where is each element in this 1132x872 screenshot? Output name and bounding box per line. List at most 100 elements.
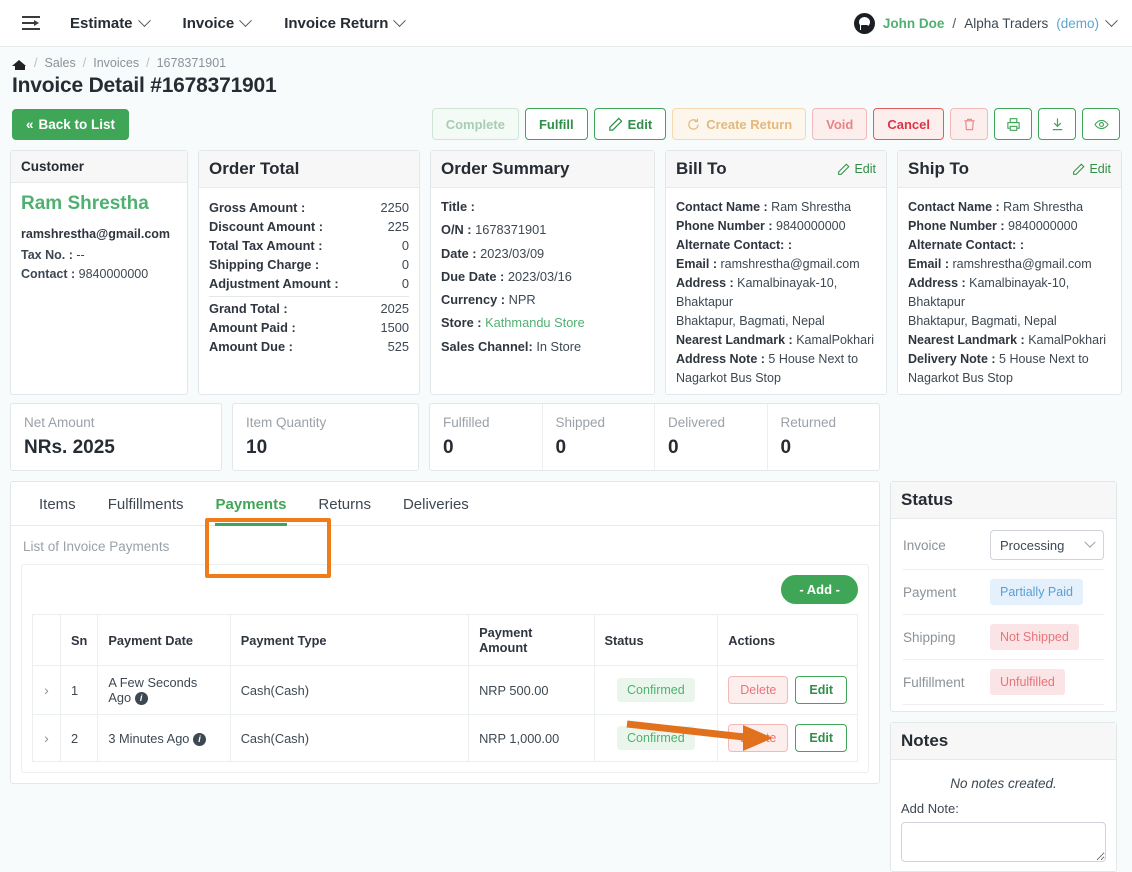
- bill-email-label: Email :: [676, 257, 717, 271]
- page-title: Invoice Detail #1678371901: [12, 74, 277, 97]
- menu-toggle-button[interactable]: [14, 16, 48, 30]
- tab-deliveries-label: Deliveries: [402, 496, 469, 513]
- back-to-list-label: Back to List: [38, 116, 116, 132]
- home-icon[interactable]: [12, 56, 27, 70]
- user-name: John Doe: [882, 16, 945, 31]
- nav-estimate-label: Estimate: [70, 14, 133, 32]
- row-payment-amount: NRP 500.00: [468, 664, 595, 716]
- breadcrumb-item-sales[interactable]: Sales: [44, 56, 75, 70]
- ship-to-card: Ship To Edit Contact Name : Ram Shrestha…: [897, 150, 1122, 395]
- customer-name[interactable]: Ram Shrestha: [21, 193, 177, 215]
- summary-date-row: Date : 2023/03/09: [441, 245, 644, 262]
- info-icon[interactable]: i: [134, 692, 148, 706]
- chevron-down-icon: [1084, 536, 1096, 548]
- ship-contact-name-label: Contact Name :: [908, 200, 1000, 214]
- invoice-status-select[interactable]: Processing: [990, 530, 1104, 560]
- bill-landmark-value: KamalPokhari: [796, 333, 875, 347]
- summary-channel-value: In Store: [536, 338, 582, 354]
- delete-invoice-button[interactable]: [950, 108, 988, 140]
- back-to-list-button[interactable]: « Back to List: [12, 108, 130, 140]
- notes-card-header: Notes: [891, 723, 1116, 760]
- row-status-cell: Confirmed: [593, 664, 719, 716]
- notes-card-title: Notes: [901, 731, 949, 750]
- nav-item-estimate[interactable]: Estimate: [70, 13, 151, 32]
- info-icon[interactable]: i: [193, 732, 206, 746]
- preview-button[interactable]: [1082, 108, 1120, 140]
- edit-payment-button[interactable]: Edit: [795, 676, 847, 705]
- customer-card-title: Customer: [21, 159, 85, 174]
- row-expand-cell[interactable]: ›: [32, 714, 61, 763]
- print-button[interactable]: [994, 108, 1032, 140]
- tab-payments[interactable]: Payments: [200, 482, 303, 526]
- summary-store-label: Store :: [441, 315, 482, 331]
- chevron-right-icon[interactable]: ›: [44, 682, 49, 698]
- summary-channel-label: Sales Channel:: [441, 338, 533, 354]
- cancel-button[interactable]: Cancel: [873, 108, 944, 140]
- tab-fulfillments[interactable]: Fulfillments: [92, 482, 200, 525]
- shipping-charge-value: 0: [401, 257, 409, 272]
- add-payment-button[interactable]: - Add -: [781, 575, 858, 604]
- bill-address-label: Address :: [676, 276, 734, 290]
- complete-button[interactable]: Complete: [431, 108, 519, 140]
- print-icon: [1006, 117, 1020, 131]
- edit-button[interactable]: Edit: [593, 108, 667, 140]
- order-summary-card-body: Title : O/N : 1678371901 Date : 2023/03/…: [431, 188, 654, 394]
- add-note-textarea[interactable]: [901, 822, 1106, 862]
- order-summary-card-title: Order Summary: [441, 159, 570, 178]
- tab-returns-label: Returns: [318, 496, 371, 513]
- order-summary-card-header: Order Summary: [431, 151, 654, 188]
- status-shipping-row: Shipping Not Shipped: [903, 615, 1104, 660]
- breadcrumb-item-invoices[interactable]: Invoices: [93, 56, 139, 70]
- summary-currency-row: Currency : NPR: [441, 291, 644, 308]
- void-button[interactable]: Void: [812, 108, 868, 140]
- delete-payment-label: Delete: [740, 731, 777, 746]
- create-return-button[interactable]: Create Return: [672, 108, 807, 140]
- bill-to-card-body: Contact Name : Ram Shrestha Phone Number…: [666, 188, 886, 394]
- summary-date-label: Date :: [441, 245, 477, 261]
- download-button[interactable]: [1038, 108, 1076, 140]
- tab-deliveries[interactable]: Deliveries: [387, 482, 485, 525]
- order-total-row: Discount Amount : 225: [209, 217, 409, 236]
- ship-to-edit-button[interactable]: Edit: [1072, 162, 1111, 176]
- status-card-title: Status: [901, 490, 953, 509]
- row-payment-type: Cash(Cash): [229, 664, 470, 716]
- fulfill-button[interactable]: Fulfill: [524, 108, 588, 140]
- tab-items-label: Items: [39, 496, 76, 513]
- nav-item-invoice-return[interactable]: Invoice Return: [284, 13, 407, 32]
- invoice-status-value: Processing: [1000, 537, 1065, 553]
- tab-returns[interactable]: Returns: [302, 482, 387, 525]
- col-payment-date: Payment Date: [97, 614, 231, 666]
- edit-payment-button[interactable]: Edit: [795, 724, 847, 753]
- refresh-icon: [688, 118, 699, 130]
- cancel-label: Cancel: [887, 116, 930, 132]
- col-payment-type: Payment Type: [229, 614, 470, 666]
- delete-payment-button[interactable]: Delete: [728, 676, 789, 705]
- net-amount-label: Net Amount: [24, 415, 95, 430]
- payments-table: Sn Payment Date Payment Type Payment Amo…: [32, 614, 858, 763]
- order-total-row: Adjustment Amount : 0: [209, 274, 409, 293]
- pencil-icon: [608, 117, 623, 131]
- order-total-row: Gross Amount : 2250: [209, 198, 409, 217]
- payment-status-badge: Partially Paid: [990, 579, 1083, 605]
- ship-to-card-body: Contact Name : Ram Shrestha Phone Number…: [898, 188, 1121, 394]
- order-total-row: Shipping Charge : 0: [209, 255, 409, 274]
- row-payment-date: 3 Minutes Ago: [108, 730, 190, 746]
- ship-to-details: Contact Name : Ram Shrestha Phone Number…: [908, 198, 1111, 388]
- tab-items[interactable]: Items: [23, 482, 92, 525]
- nav-item-invoice[interactable]: Invoice: [183, 13, 253, 32]
- bill-to-edit-button[interactable]: Edit: [837, 162, 876, 176]
- summary-store-value[interactable]: Kathmandu Store: [485, 315, 585, 330]
- user-account-menu[interactable]: John Doe / Alpha Traders (demo): [853, 0, 1118, 47]
- chevron-right-icon[interactable]: ›: [44, 730, 49, 746]
- delivered-stat: Delivered 0: [655, 404, 768, 470]
- delete-payment-button[interactable]: Delete: [728, 724, 789, 753]
- double-chevron-left-icon: «: [26, 116, 34, 132]
- order-total-row: Amount Due : 525: [209, 337, 409, 356]
- add-button-row: - Add -: [32, 575, 858, 614]
- returned-label: Returned: [780, 415, 837, 430]
- bill-to-edit-label: Edit: [854, 162, 876, 176]
- row-expand-cell[interactable]: ›: [32, 664, 61, 716]
- returned-stat: Returned 0: [768, 404, 880, 470]
- chevron-down-icon: [1105, 14, 1118, 28]
- ship-email-label: Email :: [908, 257, 949, 271]
